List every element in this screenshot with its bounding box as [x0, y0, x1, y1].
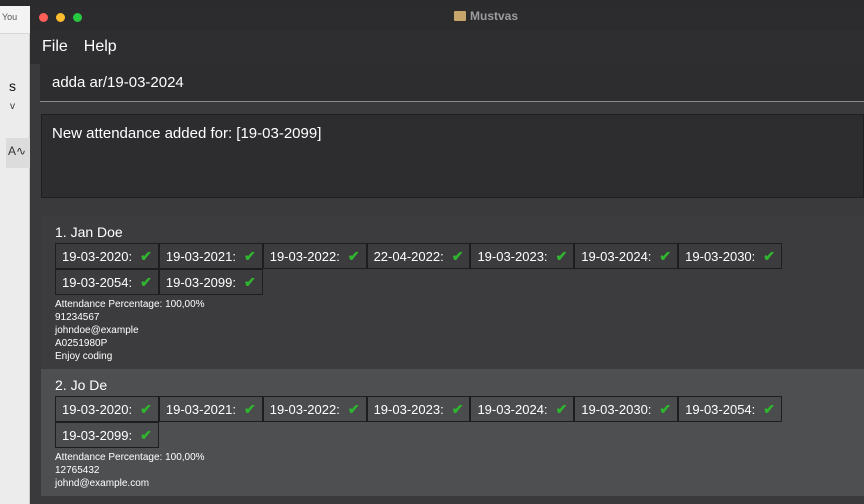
attendance-tag: 19-03-2023: ✔ [470, 243, 575, 269]
attendance-percentage: Attendance Percentage: 100,00% [55, 452, 205, 463]
result-display: New attendance added for: [19-03-2099] [41, 114, 864, 198]
check-icon: ✔ [763, 247, 776, 264]
attendance-date: 22-04-2022: [373, 248, 444, 264]
attendance-date: 19-03-2030: [685, 248, 756, 264]
window-title-text: Mustvas [470, 9, 519, 23]
menu-bar: File Help [30, 30, 864, 64]
command-input[interactable]: adda ar/19-03-2024 [40, 64, 864, 102]
check-icon: ✔ [243, 273, 256, 290]
check-icon: ✔ [451, 400, 464, 417]
attendance-tag: 19-03-2024: ✔ [470, 396, 575, 422]
window-title: Mustvas [454, 9, 518, 23]
phone-number: 91234567 [55, 312, 100, 323]
background-letter-v: v [10, 101, 15, 112]
person-name: 2. Jo De [55, 377, 108, 393]
attendance-tag: 19-03-2022: ✔ [262, 396, 367, 422]
background-icon[interactable]: A∿ [6, 138, 30, 168]
attendance-date: 19-03-2020: [62, 248, 133, 264]
attendance-tag: 19-03-2099: ✔ [158, 269, 263, 295]
attendance-tag: 19-03-2021: ✔ [158, 396, 263, 422]
attendance-tag: 19-03-2030: ✔ [678, 243, 783, 269]
attendance-tag: 19-03-2021: ✔ [158, 243, 263, 269]
check-icon: ✔ [243, 247, 256, 264]
attendance-tag: 19-03-2020: ✔ [55, 243, 159, 269]
attendance-date: 19-03-2024: [477, 401, 548, 417]
attendance-tag: 19-03-2030: ✔ [574, 396, 679, 422]
attendance-date: 19-03-2023: [373, 401, 444, 417]
attendance-tag: 19-03-2054: ✔ [55, 269, 159, 295]
attendance-tag: 19-03-2054: ✔ [678, 396, 783, 422]
close-window-button[interactable] [39, 13, 48, 22]
check-icon: ✔ [140, 426, 152, 443]
attendance-date: 19-03-2022: [269, 401, 340, 417]
check-icon: ✔ [140, 273, 152, 290]
email: johnd@example.com [55, 478, 150, 489]
check-icon: ✔ [347, 247, 360, 264]
check-icon: ✔ [555, 400, 568, 417]
check-icon: ✔ [140, 247, 152, 264]
attendance-tags: 19-03-2020: ✔ 19-03-2021: ✔ 19-03-2022: ✔ 2… [55, 243, 864, 295]
matric-number: A0251980P [55, 338, 108, 349]
attendance-date: 19-03-2030: [581, 401, 652, 417]
menu-file[interactable]: File [42, 38, 68, 56]
zoom-window-button[interactable] [73, 13, 82, 22]
check-icon: ✔ [659, 400, 672, 417]
check-icon: ✔ [140, 400, 152, 417]
attendance-date: 19-03-2022: [269, 248, 340, 264]
background-app: You s v A∿ [0, 6, 30, 504]
remark: Enjoy coding [55, 351, 113, 362]
phone-number: 12765432 [55, 465, 100, 476]
background-tab[interactable]: You [0, 6, 30, 34]
person-name: 1. Jan Doe [55, 224, 123, 240]
check-icon: ✔ [451, 247, 464, 264]
attendance-tags: 19-03-2020: ✔ 19-03-2021: ✔ 19-03-2022: ✔ 1… [55, 396, 864, 448]
app-icon [454, 11, 466, 21]
person-list[interactable]: 1. Jan Doe 19-03-2020: ✔ 19-03-2021: ✔ 19-… [41, 216, 864, 496]
attendance-date: 19-03-2020: [62, 401, 133, 417]
attendance-tag: 19-03-2099: ✔ [55, 422, 159, 448]
check-icon: ✔ [243, 400, 256, 417]
app-window: Mustvas File Help adda ar/19-03-2024 New… [30, 6, 864, 504]
attendance-date: 19-03-2024: [581, 248, 652, 264]
attendance-date: 19-03-2099: [62, 427, 133, 443]
attendance-tag: 22-04-2022: ✔ [366, 243, 471, 269]
attendance-tag: 19-03-2024: ✔ [574, 243, 679, 269]
attendance-date: 19-03-2099: [165, 274, 236, 290]
attendance-tag: 19-03-2023: ✔ [366, 396, 471, 422]
check-icon: ✔ [763, 400, 776, 417]
minimize-window-button[interactable] [56, 13, 65, 22]
person-card[interactable]: 1. Jan Doe 19-03-2020: ✔ 19-03-2021: ✔ 19-… [41, 216, 864, 369]
attendance-date: 19-03-2021: [165, 248, 236, 264]
attendance-date: 19-03-2054: [685, 401, 756, 417]
title-bar[interactable]: Mustvas [30, 6, 864, 30]
window-controls [39, 13, 82, 22]
attendance-date: 19-03-2021: [165, 401, 236, 417]
attendance-date: 19-03-2054: [62, 274, 133, 290]
menu-help[interactable]: Help [84, 38, 117, 56]
attendance-tag: 19-03-2020: ✔ [55, 396, 159, 422]
email: johndoe@example [55, 325, 139, 336]
check-icon: ✔ [555, 247, 568, 264]
person-card[interactable]: 2. Jo De 19-03-2020: ✔ 19-03-2021: ✔ 19-03… [41, 369, 864, 496]
attendance-tag: 19-03-2022: ✔ [262, 243, 367, 269]
background-letter-s: s [9, 78, 16, 94]
check-icon: ✔ [347, 400, 360, 417]
attendance-percentage: Attendance Percentage: 100,00% [55, 299, 205, 310]
check-icon: ✔ [659, 247, 672, 264]
attendance-date: 19-03-2023: [477, 248, 548, 264]
